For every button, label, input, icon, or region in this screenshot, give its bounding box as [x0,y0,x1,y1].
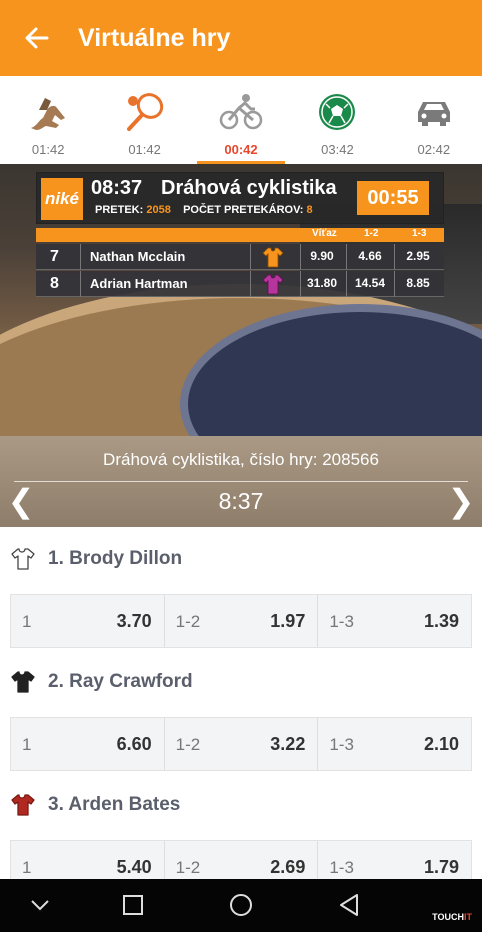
horse-racing-icon [25,88,71,136]
tab-football[interactable]: 03:42 [289,76,385,164]
odds-label: 1 [22,735,32,754]
back-arrow-icon[interactable] [22,23,52,53]
odds-cell-1-3[interactable]: 1-3 2.10 [318,718,471,770]
odds-value: 8.85 [406,276,430,290]
race-number: 2058 [146,204,171,216]
tab-time: 01:42 [31,142,65,157]
odds-value: 3.22 [270,734,306,754]
jersey-icon [262,246,284,268]
race-title: Dráhová cyklistika [161,177,337,199]
countdown-timer: 00:55 [357,181,429,215]
race-info-overlay: niké 08:37 Dráhová cyklistika PRETEK: 20… [36,172,444,224]
odds-cell-1-2[interactable]: 1-2 2.69 [165,841,319,879]
col-1-2: 1-2 [364,228,379,239]
tab-horse-racing[interactable]: 01:42 [0,76,96,164]
race-time: 08:37 [91,177,143,199]
odds-label: 1-2 [175,612,201,631]
odds-value: 14.54 [354,276,386,290]
next-game-button[interactable]: ❯ [448,481,475,521]
racer-number: 7 [50,248,59,265]
odds-row: 1 3.70 1-2 1.97 1-3 1.39 [10,594,472,648]
tab-time: 01:42 [128,142,161,157]
jersey-icon [262,273,284,295]
chevron-down-icon[interactable] [27,892,53,918]
odds-cell-1-3[interactable]: 1-3 1.79 [318,841,471,879]
odds-value: 2.95 [406,249,430,263]
tennis-icon [123,88,167,136]
odds-value: 2.69 [270,857,306,877]
odds-column-header: Víťaz 1-2 1-3 [36,228,444,242]
racer-header: 2. Ray Crawford [10,667,193,697]
overlay-racer-row: 7 Nathan Mcclain 9.90 4.66 2.95 [36,244,444,270]
racer-name: Nathan Mcclain [90,249,186,264]
odds-value: 31.80 [306,276,338,290]
col-winner: Víťaz [312,228,337,239]
system-nav-bar: TOUCHIT [0,879,482,932]
divider [14,481,468,482]
racers-count: 8 [306,204,313,216]
recents-square-icon[interactable] [120,892,146,918]
brand-logo: niké [41,178,83,220]
game-clock: 8:37 [218,488,264,514]
game-tabs: 01:42 01:42 00:42 03:42 02:42 [0,76,482,164]
tab-cycling[interactable]: 00:42 [193,76,289,164]
tab-car-racing[interactable]: 02:42 [386,76,482,164]
odds-row: 1 5.40 1-2 2.69 1-3 1.79 [10,840,472,879]
home-circle-icon[interactable] [228,892,254,918]
shirt-icon [10,546,36,572]
odds-cell-win[interactable]: 1 5.40 [11,841,165,879]
race-label: PRETEK: [95,204,144,216]
odds-value: 1.97 [270,611,306,631]
tab-time: 02:42 [417,142,451,157]
back-triangle-icon[interactable] [336,892,362,918]
odds-cell-1-2[interactable]: 1-2 1.97 [165,595,319,647]
racer-name: 1. Brody Dillon [48,548,183,569]
racer-number: 8 [50,275,59,292]
app-bar: Virtuálne hry [0,0,482,76]
racer-header: 1. Brody Dillon [10,544,182,574]
shirt-icon [10,792,36,818]
odds-cell-1-2[interactable]: 1-2 3.22 [165,718,319,770]
odds-value: 2.10 [423,734,460,754]
odds-value: 4.66 [358,249,382,263]
page-title: Virtuálne hry [78,23,231,52]
odds-label: 1 [22,612,32,631]
odds-value: 9.90 [310,249,334,263]
racer-odds-list: 1. Brody Dillon 1 3.70 1-2 1.97 1-3 1.39 2.… [0,527,482,879]
racer-name: 3. Arden Bates [48,794,181,815]
tab-tennis[interactable]: 01:42 [96,76,192,164]
race-video[interactable]: niké 08:37 Dráhová cyklistika PRETEK: 20… [0,164,482,436]
odds-value: 5.40 [116,857,152,877]
odds-label: 1-3 [329,612,354,631]
watermark-logo: TOUCHIT [432,912,472,922]
odds-label: 1-3 [329,858,354,877]
odds-label: 1 [22,858,32,877]
tab-time: 00:42 [224,142,258,157]
race-meta: PRETEK: 2058 POČET PRETEKÁROV: 8 [95,204,313,216]
odds-label: 1-2 [175,735,201,754]
odds-row: 1 6.60 1-2 3.22 1-3 2.10 [10,717,472,771]
odds-cell-win[interactable]: 1 6.60 [11,718,165,770]
racers-label: POČET PRETEKÁROV: [183,204,304,216]
racer-name: 2. Ray Crawford [48,671,193,692]
odds-cell-win[interactable]: 1 3.70 [11,595,165,647]
game-name: Dráhová cyklistika, číslo hry: 208566 [103,450,379,469]
odds-value: 6.60 [116,734,152,754]
shirt-icon [10,669,36,695]
odds-value: 1.39 [423,611,460,631]
game-info-bar: Dráhová cyklistika, číslo hry: 208566 ❮ … [0,436,482,527]
odds-label: 1-3 [329,735,354,754]
cycling-icon [218,88,264,136]
car-racing-icon [412,88,456,136]
tab-time: 03:42 [321,142,354,157]
racer-name: Adrian Hartman [90,276,188,291]
odds-cell-1-3[interactable]: 1-3 1.39 [318,595,471,647]
football-icon [317,88,357,136]
odds-label: 1-2 [175,858,201,877]
overlay-racer-row: 8 Adrian Hartman 31.80 14.54 8.85 [36,271,444,297]
racer-header: 3. Arden Bates [10,790,180,820]
col-1-3: 1-3 [412,228,427,239]
odds-value: 3.70 [116,611,152,631]
odds-value: 1.79 [423,857,460,877]
